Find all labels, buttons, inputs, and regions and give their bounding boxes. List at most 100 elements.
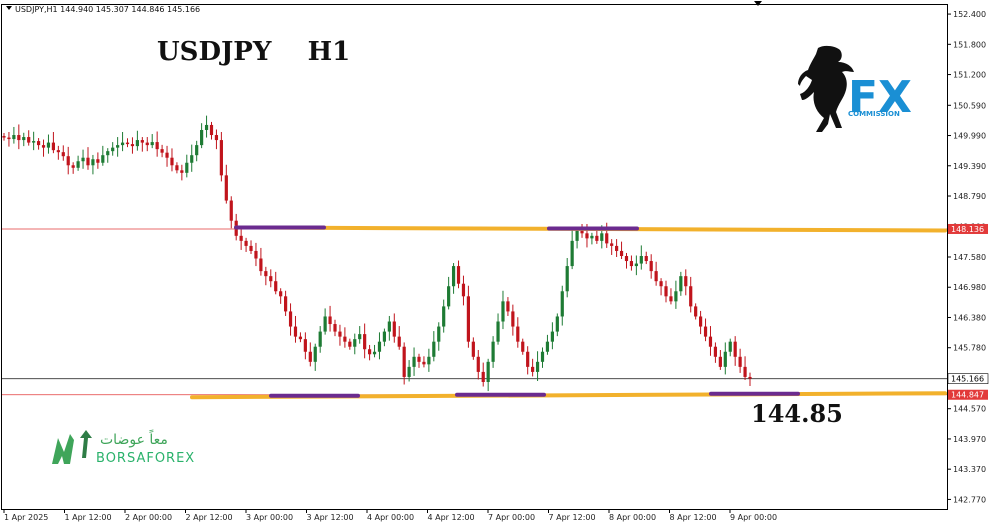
candle-body xyxy=(279,291,283,297)
candle-body xyxy=(501,301,505,322)
candle-body xyxy=(293,326,298,337)
candle-body xyxy=(461,283,466,297)
candle-body xyxy=(372,351,377,355)
y-tick-label: 151.800 xyxy=(953,40,986,49)
candle-body xyxy=(313,346,317,362)
candle-body xyxy=(570,240,574,267)
candle-body xyxy=(545,341,550,352)
candle-body xyxy=(328,316,332,325)
candle-body xyxy=(713,346,718,357)
candle-body xyxy=(466,296,470,342)
candle-body xyxy=(615,245,619,251)
candle-body xyxy=(610,243,614,246)
candle-body xyxy=(229,200,233,221)
candle-body xyxy=(96,159,100,163)
candle-body xyxy=(219,140,223,176)
candle-body xyxy=(27,137,31,143)
candle-body xyxy=(669,296,673,302)
y-tick-label: 149.390 xyxy=(953,162,986,171)
candle-body xyxy=(71,165,75,168)
candle-body xyxy=(619,250,624,256)
candle-body xyxy=(66,156,70,166)
candle-body xyxy=(224,175,228,201)
candle-body xyxy=(471,341,475,357)
candle-body xyxy=(496,321,500,342)
candle-body xyxy=(318,331,322,347)
y-tick-label: 152.400 xyxy=(953,10,986,19)
x-tick-label: 9 Apr 00:00 xyxy=(730,513,777,522)
candle-body xyxy=(200,129,204,146)
candle-body xyxy=(402,346,406,377)
candle-body xyxy=(204,124,209,130)
candle-body xyxy=(116,145,120,148)
candle-body xyxy=(629,261,634,267)
candle-body xyxy=(511,311,515,327)
candle-body xyxy=(86,157,90,166)
candle-body xyxy=(7,137,11,140)
y-tick-label: 143.970 xyxy=(953,435,986,444)
candle-body xyxy=(358,334,362,340)
x-tick-label: 7 Apr 00:00 xyxy=(488,513,535,522)
candle-body xyxy=(649,261,653,272)
y-tick-label: 144.570 xyxy=(953,405,986,414)
y-tick-label: 143.370 xyxy=(953,465,986,474)
candle-body xyxy=(521,341,525,352)
x-tick-label: 8 Apr 00:00 xyxy=(609,513,656,522)
candle-body xyxy=(377,341,382,352)
candle-body xyxy=(427,356,431,365)
candle-body xyxy=(76,161,80,168)
candle-body xyxy=(150,142,154,146)
candle-body xyxy=(397,336,401,347)
candle-body xyxy=(451,266,456,287)
candle-body xyxy=(323,316,327,332)
candle-body xyxy=(540,351,545,362)
candle-body xyxy=(392,321,396,337)
candle-body xyxy=(56,150,60,153)
candle-body xyxy=(708,336,713,347)
candle-body xyxy=(447,286,451,307)
candle-body xyxy=(195,145,199,156)
chart-stage: USDJPY,H1 144.940 145.307 144.846 145.16… xyxy=(0,0,990,525)
x-tick-label: 7 Apr 12:00 xyxy=(549,513,596,522)
candle-body xyxy=(175,165,179,171)
candle-body xyxy=(61,152,65,157)
candle-body xyxy=(422,361,426,365)
candle-body xyxy=(284,296,288,312)
x-tick-label: 1 Apr 2025 xyxy=(4,513,48,522)
candle-body xyxy=(81,157,85,162)
candle-body xyxy=(703,326,708,337)
candle-body xyxy=(269,276,273,282)
candle-body xyxy=(560,291,564,317)
candle-body xyxy=(743,366,747,377)
y-axis: 152.400 151.800 151.200 150.590 149.990 149.3… xyxy=(947,10,986,504)
candle-body xyxy=(476,356,480,372)
candle-body xyxy=(605,233,609,244)
y-tick-label: 147.580 xyxy=(953,253,986,262)
candle-body xyxy=(644,255,648,262)
candle-body xyxy=(733,341,737,357)
candle-body xyxy=(531,366,535,372)
candle-body xyxy=(407,366,411,377)
candle-body xyxy=(140,140,144,143)
candle-body xyxy=(36,141,41,146)
annotation-price: 144.85 xyxy=(751,399,843,428)
candle-body xyxy=(486,361,490,382)
candle-body xyxy=(723,351,727,367)
candle-body xyxy=(580,230,584,234)
x-tick-label: 4 Apr 12:00 xyxy=(428,513,475,522)
commission-text: COMMISSION xyxy=(848,110,900,118)
candle-body xyxy=(516,326,520,342)
candle-body xyxy=(165,152,169,158)
candle-body xyxy=(585,233,589,239)
borsaforex-text: BORSAFOREX xyxy=(96,451,195,466)
y-tick-label: 151.200 xyxy=(953,71,986,80)
candle-body xyxy=(185,162,189,173)
candle-body xyxy=(526,351,530,367)
x-axis: 1 Apr 2025 1 Apr 12:00 2 Apr 00:00 2 Apr 12… xyxy=(3,509,777,522)
y-tick-label: 146.380 xyxy=(953,313,986,322)
candle-body xyxy=(298,336,303,340)
candle-body xyxy=(575,230,579,241)
candle-body xyxy=(170,157,174,166)
level-label-resistance: 148.136 xyxy=(951,225,984,234)
candle-body xyxy=(387,321,391,332)
